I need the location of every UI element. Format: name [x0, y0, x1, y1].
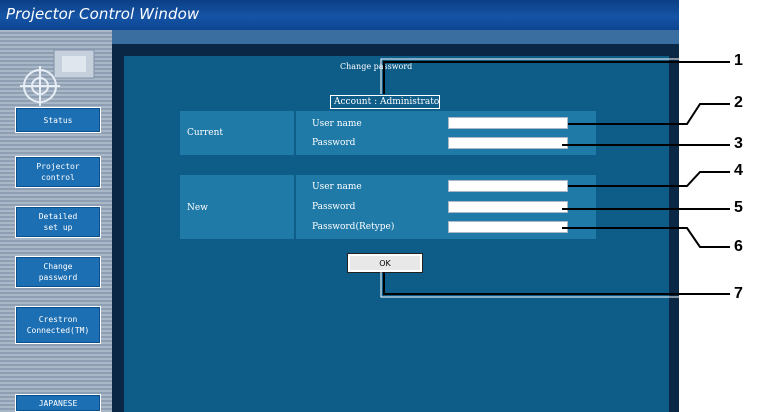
callout-number-1: 1 — [734, 52, 743, 69]
callout-line-2 — [568, 103, 730, 125]
callout-number-4: 4 — [734, 162, 743, 179]
callout-line-7 — [383, 272, 730, 295]
callout-lines — [380, 58, 730, 298]
callout-line-1 — [383, 61, 730, 94]
callout-number-5: 5 — [734, 199, 743, 216]
callout-line-6 — [562, 227, 730, 248]
callout-number-6: 6 — [734, 238, 743, 255]
callout-number-3: 3 — [734, 135, 743, 152]
callout-line-4 — [568, 171, 730, 187]
callout-number-2: 2 — [734, 94, 743, 111]
callout-number-7: 7 — [734, 285, 743, 302]
